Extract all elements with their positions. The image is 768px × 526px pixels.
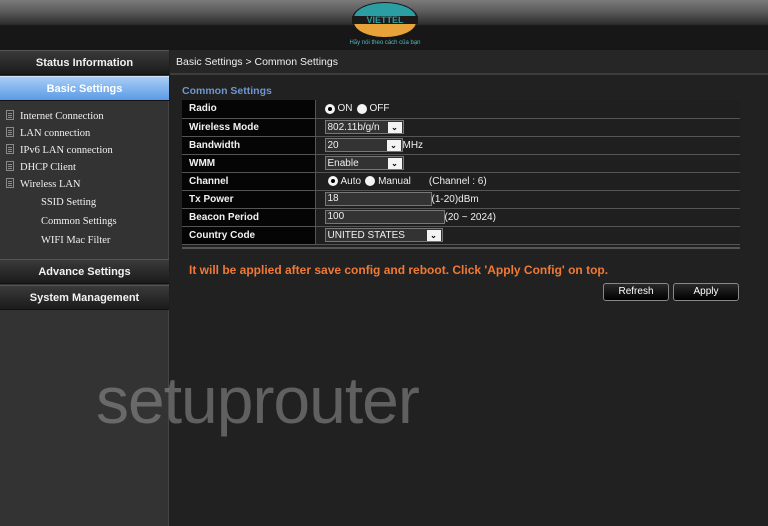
header-bar: VIETTEL Hãy nói theo cách của bạn [0,0,768,50]
bandwidth-unit: MHz [402,139,424,151]
document-icon [6,110,14,120]
form-row-beacon-period: Beacon Period 100 (20 ~ 2024) [182,208,740,227]
sidebar-section-advance-settings[interactable]: Advance Settings [0,259,169,284]
form-divider [182,247,740,249]
sidebar-item-lan-connection[interactable]: LAN connection [6,126,90,142]
logo-text: VIETTEL [366,15,404,25]
chevron-down-icon: ⌄ [426,229,441,241]
document-icon [6,127,14,137]
sidebar-item-label: Wireless LAN [20,179,81,190]
sidebar-section-system-management[interactable]: System Management [0,285,169,310]
country-code-label: Country Code [182,226,316,245]
sidebar-subitem-ssid-setting[interactable]: SSID Setting [41,195,96,211]
tx-power-label: Tx Power [182,190,316,209]
bandwidth-label: Bandwidth [182,136,316,155]
chevron-down-icon: ⌄ [386,139,401,151]
chevron-down-icon: ⌄ [387,121,402,133]
radio-label: Radio [182,100,316,119]
beacon-period-input[interactable]: 100 [324,210,445,224]
sidebar-subitem-wifi-mac-filter[interactable]: WIFI Mac Filter [41,233,110,249]
sidebar-subitem-common-settings[interactable]: Common Settings [41,214,117,230]
common-settings-form: Radio ON OFF Wireless Mode 802.11b/g/n ⌄ … [182,100,740,245]
sidebar-item-internet-connection[interactable]: Internet Connection [6,109,104,125]
sidebar-item-label: Internet Connection [20,111,104,122]
document-icon [6,144,14,154]
radio-off-label: OFF [369,103,390,115]
sidebar: Status Information Basic Settings Intern… [0,50,169,526]
logo-tagline: Hãy nói theo cách của bạn [349,40,421,46]
channel-auto-label: Auto [340,175,362,187]
breadcrumb: Basic Settings > Common Settings [176,56,338,68]
sidebar-section-status-information[interactable]: Status Information [0,50,169,75]
refresh-button[interactable]: Refresh [603,283,669,301]
watermark-text: setuprouter [96,363,420,437]
form-row-tx-power: Tx Power 18 (1-20)dBm [182,190,740,209]
sidebar-item-label: LAN connection [20,128,91,139]
tx-power-unit: (1-20)dBm [431,193,479,205]
radio-on-label: ON [337,103,353,115]
radio-off-radio[interactable] [356,103,367,114]
country-code-select[interactable]: UNITED STATES ⌄ [324,228,443,242]
sidebar-item-ipv6-lan-connection[interactable]: IPv6 LAN connection [6,143,113,159]
sidebar-section-basic-settings[interactable]: Basic Settings [0,76,169,101]
wmm-value: Enable [327,157,359,169]
channel-info: (Channel : 6) [428,175,487,187]
channel-manual-radio[interactable] [365,176,376,186]
channel-label: Channel [182,172,316,191]
apply-notice: It will be applied after save config and… [189,263,609,277]
form-row-wmm: WMM Enable ⌄ [182,154,740,173]
wmm-select[interactable]: Enable ⌄ [324,156,404,170]
section-title: Common Settings [182,85,272,97]
document-icon [6,178,14,188]
form-row-channel: Channel Auto Manual (Channel : 6) [182,172,740,191]
country-code-value: UNITED STATES [327,229,405,241]
form-row-bandwidth: Bandwidth 20 ⌄ MHz [182,136,740,155]
bandwidth-value: 20 [327,139,339,151]
apply-button[interactable]: Apply [673,283,739,301]
beacon-period-label: Beacon Period [182,208,316,227]
sidebar-item-wireless-lan[interactable]: Wireless LAN [6,177,81,193]
wireless-mode-label: Wireless Mode [182,118,316,137]
chevron-down-icon: ⌄ [387,157,402,169]
channel-manual-label: Manual [378,175,411,187]
main-content: Basic Settings > Common Settings Common … [170,50,768,526]
tx-power-input[interactable]: 18 [324,192,432,206]
sidebar-item-label: DHCP Client [20,162,76,173]
wireless-mode-value: 802.11b/g/n [327,121,380,133]
breadcrumb-bar: Basic Settings > Common Settings [170,50,768,75]
channel-auto-radio[interactable] [327,176,338,186]
form-row-country-code: Country Code UNITED STATES ⌄ [182,226,740,245]
document-icon [6,161,14,171]
sidebar-item-dhcp-client[interactable]: DHCP Client [6,160,76,176]
form-row-radio: Radio ON OFF [182,100,740,119]
sidebar-item-label: IPv6 LAN connection [20,145,113,156]
bandwidth-select[interactable]: 20 ⌄ [324,138,403,152]
radio-on-radio[interactable] [324,103,335,114]
wireless-mode-select[interactable]: 802.11b/g/n ⌄ [324,120,404,134]
beacon-period-unit: (20 ~ 2024) [444,211,496,223]
form-row-wireless-mode: Wireless Mode 802.11b/g/n ⌄ [182,118,740,137]
wmm-label: WMM [182,154,316,173]
